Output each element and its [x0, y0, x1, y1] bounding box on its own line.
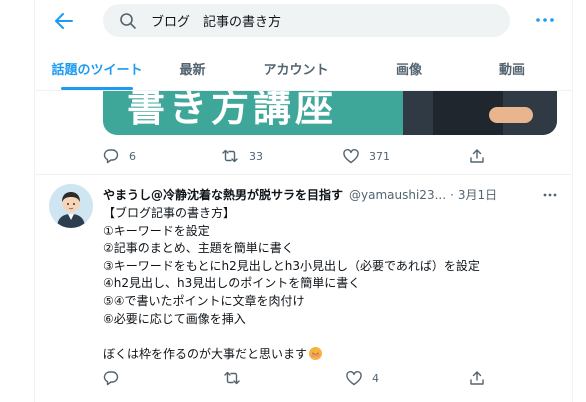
media-arm-shape [489, 107, 533, 123]
tweet-line: 【ブログ記事の書き方】 [103, 206, 236, 220]
avatar-illustration [49, 184, 93, 228]
tweet-more-button[interactable] [540, 188, 560, 202]
like-count: 371 [369, 149, 390, 163]
search-header [35, 0, 572, 46]
tab-photos[interactable]: 画像 [366, 46, 452, 90]
search-input[interactable] [151, 4, 491, 37]
tweet-line: ④h2見出し、h3見出しのポイントを簡単に書く [103, 276, 361, 291]
share-button[interactable] [469, 146, 485, 166]
tweet1-action-bar: 6 33 371 [103, 146, 503, 166]
heart-icon [346, 370, 362, 385]
column-right-border [572, 0, 573, 402]
reply-count: 6 [129, 149, 136, 163]
retweet-icon [222, 149, 238, 163]
display-name[interactable]: やまうし@冷静沈着な熱男が脱サラを目指す [103, 186, 343, 203]
search-icon [120, 13, 136, 29]
smiling-face-emoji [309, 346, 323, 360]
like-count: 4 [372, 371, 379, 385]
media-caption-text: 書き方講座 [127, 91, 338, 130]
avatar[interactable] [49, 184, 93, 228]
tweet-line-last: ぼくは枠を作るのが大事だと思います [103, 346, 543, 364]
retweet-count: 33 [249, 149, 263, 163]
search-box[interactable] [103, 4, 510, 37]
reply-icon [103, 371, 119, 386]
tweet2-action-bar: 4 [103, 368, 503, 388]
tweet-line: ⑤④で書いたポイントに文章を肉付け [103, 293, 305, 308]
tab-top[interactable]: 話題のツイート [35, 46, 159, 90]
tweet-line: ②記事のまとめ、主題を簡単に書く [103, 241, 294, 256]
share-button[interactable] [469, 368, 485, 388]
tweet-line: ⑥必要に応じて画像を挿入 [103, 311, 246, 326]
header-separator: · [450, 187, 454, 202]
retweet-button[interactable]: 33 [221, 146, 263, 166]
tweet-text: 【ブログ記事の書き方】 ①キーワードを設定 ②記事のまとめ、主題を簡単に書く ③… [103, 205, 543, 363]
back-button[interactable] [49, 8, 79, 34]
user-handle[interactable]: @yamaushi23... [349, 188, 446, 202]
arrow-left-icon [55, 13, 73, 29]
reply-icon [103, 149, 119, 164]
tweet2-header: やまうし@冷静沈着な熱男が脱サラを目指す @yamaushi23... · 3月… [103, 186, 497, 203]
share-icon [470, 149, 484, 163]
search-tabs: 話題のツイート 最新 アカウント 画像 動画 [35, 46, 572, 90]
tab-videos[interactable]: 動画 [452, 46, 572, 90]
tweet-date[interactable]: 3月1日 [458, 186, 497, 203]
tab-latest[interactable]: 最新 [159, 46, 226, 90]
tab-people[interactable]: アカウント [226, 46, 366, 90]
heart-icon [343, 148, 359, 163]
tweet-line-text: ぼくは枠を作るのが大事だと思います [103, 346, 308, 361]
like-button[interactable]: 371 [343, 146, 390, 166]
more-options-button[interactable] [533, 10, 557, 30]
tweet-media-image[interactable]: 書き方講座 [103, 91, 557, 135]
retweet-button[interactable] [223, 368, 241, 388]
more-dots-icon [536, 18, 554, 22]
tweet-divider [35, 174, 572, 175]
retweet-icon [224, 371, 240, 385]
tweet-line: ①キーワードを設定 [103, 223, 210, 238]
reply-button[interactable]: 6 [103, 146, 136, 166]
like-button[interactable]: 4 [346, 368, 379, 388]
more-dots-icon [543, 193, 557, 197]
share-icon [470, 371, 484, 385]
tweet-line: ③キーワードをもとにh2見出しとh3小見出し（必要であれば）を設定 [103, 258, 480, 273]
reply-button[interactable] [103, 368, 119, 388]
